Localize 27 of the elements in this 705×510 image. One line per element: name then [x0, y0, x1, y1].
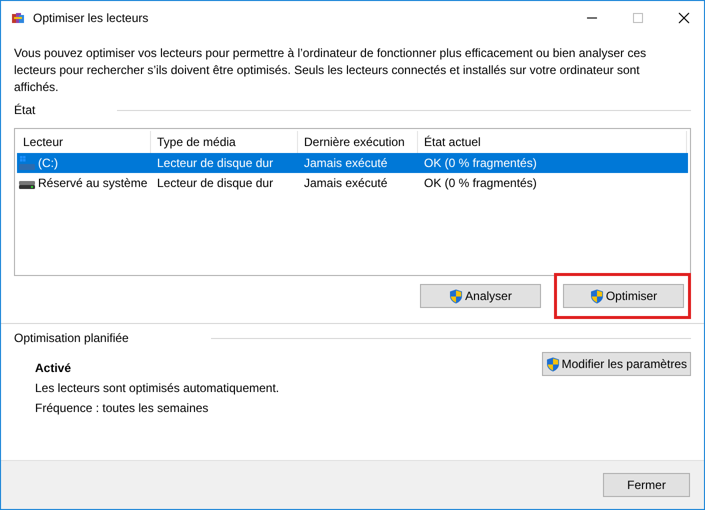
table-cell-text: OK (0 % fragmentés) — [423, 156, 538, 170]
shield-icon — [546, 356, 560, 372]
table-cell: Réservé au système — [38, 176, 148, 190]
table-cell-text: Lecteur de disque dur — [156, 176, 274, 190]
window-title: Optimiser les lecteurs — [33, 11, 148, 25]
settings-button[interactable]: Modifier les paramètres — [542, 352, 691, 376]
schedule-text: Les lecteurs sont optimisés automatiquement. — [35, 381, 280, 395]
drive-row[interactable]: Réservé au système Lecteur de disque dur Jamais exécuté OK (0 % fragmentés) — [17, 173, 688, 193]
table-cell-text: OK (0 % fragmentés) — [423, 176, 538, 190]
table-cell: (C:) — [38, 156, 58, 170]
description-text: Vous pouvez optimiser vos lecteurs pour permettre à l’ordinateur de fonctionner plus efficacement ou bien analyser ces lecteurs pour rechercher s’ils doivent être optimisés. Seuls les lecteurs connectés et installés sur votre ordinateur sont affichés. — [14, 45, 648, 96]
schedule-state: Activé — [35, 361, 72, 375]
drive-row[interactable]: (C:) Lecteur de disque dur Jamais exécuté OK (0 % fragmentés) — [17, 153, 688, 173]
close-button[interactable]: Fermer — [603, 473, 690, 497]
app-icon — [11, 11, 25, 25]
table-cell-text: Jamais exécuté — [303, 156, 388, 170]
section-title: Optimisation planifiée — [14, 331, 129, 345]
schedule-text: Fréquence : toutes les semaines — [35, 401, 210, 415]
close-icon[interactable] — [678, 12, 690, 24]
drive-icon — [19, 156, 35, 170]
section-title: État — [14, 103, 36, 117]
shield-icon — [449, 288, 464, 304]
table-cell-text: Lecteur de disque dur — [156, 156, 274, 170]
action-button[interactable]: Analyser — [420, 284, 541, 308]
table-cell-text: Jamais exécuté — [303, 176, 388, 190]
action-button[interactable]: Optimiser — [563, 284, 684, 308]
shield-icon — [590, 288, 604, 304]
